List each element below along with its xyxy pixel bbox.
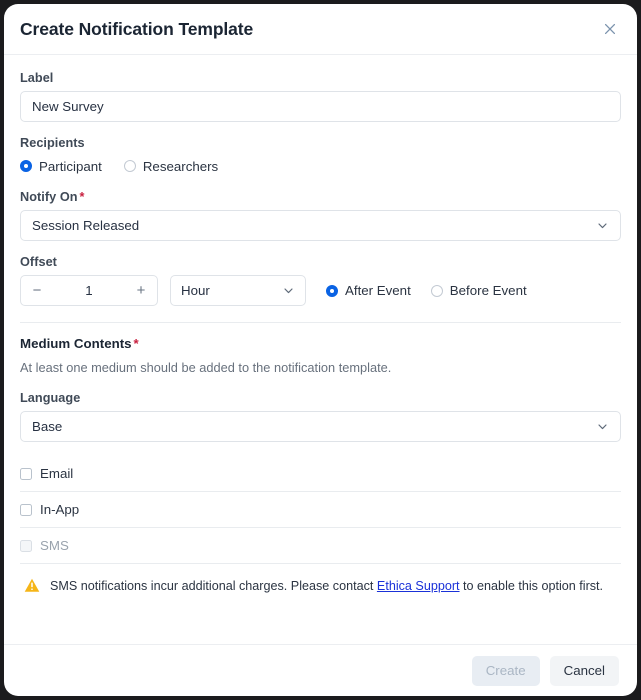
notify-on-value: Session Released — [32, 218, 140, 233]
offset-increment-button[interactable]: + — [125, 276, 157, 305]
notify-on-group: Notify On * Session Released — [20, 190, 621, 241]
close-button[interactable] — [597, 16, 623, 42]
radio-unselected-icon — [430, 284, 443, 297]
notify-on-label-text: Notify On — [20, 190, 78, 204]
offset-direction-label: After Event — [345, 283, 411, 298]
offset-group: Offset − 1 + Hour After Event Before Eve… — [20, 255, 621, 306]
chevron-down-icon — [282, 284, 295, 297]
recipients-option-participant[interactable]: Participant — [20, 159, 102, 174]
checkbox-unchecked-icon[interactable] — [20, 503, 32, 516]
language-label: Language — [20, 391, 81, 405]
medium-contents-title-text: Medium Contents — [20, 336, 132, 351]
radio-selected-icon — [20, 160, 32, 172]
medium-contents-note: At least one medium should be added to t… — [20, 360, 392, 375]
medium-list: Email In-App SMS — [20, 456, 621, 564]
offset-unit-select[interactable]: Hour — [170, 275, 306, 306]
radio-unselected-icon — [123, 160, 136, 172]
dialog-footer: Create Cancel — [4, 644, 637, 696]
medium-label: SMS — [40, 538, 69, 553]
medium-label: In-App — [40, 502, 80, 517]
offset-stepper: − 1 + — [20, 275, 158, 306]
chevron-down-icon — [596, 420, 609, 433]
offset-direction-after-event[interactable]: After Event — [326, 283, 411, 298]
medium-row-in-app[interactable]: In-App — [20, 492, 621, 527]
sms-warning: SMS notifications incur additional charg… — [20, 564, 621, 598]
checkbox-unchecked-icon[interactable] — [20, 467, 32, 480]
create-notification-template-dialog: Create Notification Template Label Recip… — [4, 4, 637, 696]
language-group: Language Base — [20, 391, 621, 442]
notify-on-label: Notify On * — [20, 190, 621, 204]
offset-label: Offset — [20, 255, 57, 269]
offset-direction-label: Before Event — [449, 283, 527, 298]
label-field-label: Label — [20, 71, 54, 85]
sms-warning-text: SMS notifications incur additional charg… — [50, 578, 603, 594]
offset-direction-before-event[interactable]: Before Event — [430, 283, 527, 298]
recipients-option-label: Researchers — [142, 158, 219, 174]
offset-direction-radio-row: After Event Before Event — [326, 283, 527, 298]
chevron-down-icon — [596, 219, 609, 232]
notify-on-select[interactable]: Session Released — [20, 210, 621, 241]
medium-label: Email — [40, 466, 74, 481]
offset-value[interactable]: 1 — [53, 283, 125, 298]
medium-row-sms: SMS — [20, 528, 621, 563]
recipients-radio-row: Participant Researchers — [20, 156, 621, 176]
page-title: Create Notification Template — [20, 18, 254, 39]
create-button[interactable]: Create — [471, 655, 540, 686]
label-input[interactable] — [20, 91, 621, 122]
medium-contents-title: Medium Contents * — [20, 336, 621, 351]
required-marker: * — [79, 190, 85, 204]
required-marker: * — [133, 336, 139, 351]
label-field-group: Label — [20, 71, 621, 122]
radio-selected-icon — [326, 284, 338, 297]
recipients-group: Recipients Participant Researchers — [20, 136, 621, 176]
language-value: Base — [32, 419, 63, 434]
offset-unit-value: Hour — [181, 283, 210, 298]
recipients-label: Recipients — [20, 136, 85, 150]
dialog-header: Create Notification Template — [4, 4, 637, 55]
warning-text-before: SMS notifications incur additional charg… — [50, 579, 377, 593]
offset-decrement-button[interactable]: − — [21, 276, 53, 305]
warning-text-after: to enable this option first. — [459, 579, 604, 593]
recipients-option-researchers[interactable]: Researchers — [123, 158, 219, 174]
ethica-support-link[interactable]: Ethica Support — [377, 579, 460, 593]
offset-row: − 1 + Hour After Event Before Event — [20, 275, 621, 306]
medium-row-email[interactable]: Email — [20, 456, 621, 491]
recipients-option-label: Participant — [39, 158, 102, 174]
warning-triangle-icon — [24, 578, 40, 598]
checkbox-disabled-icon — [20, 539, 32, 552]
section-divider — [20, 322, 621, 323]
close-icon — [603, 22, 617, 36]
cancel-button[interactable]: Cancel — [549, 655, 619, 686]
language-select[interactable]: Base — [20, 411, 621, 442]
dialog-body: Label Recipients Participant Researchers… — [4, 55, 637, 644]
